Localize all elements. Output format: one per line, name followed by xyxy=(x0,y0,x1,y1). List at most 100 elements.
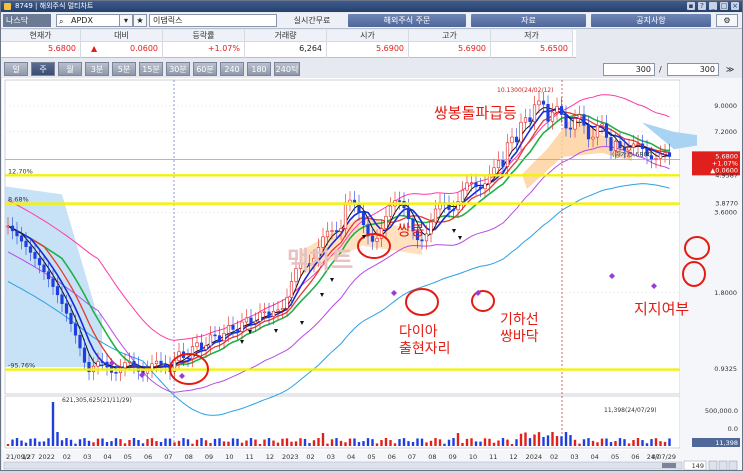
time-tick: 04 xyxy=(103,453,111,461)
search-icon[interactable]: ⌕ xyxy=(59,16,63,27)
timeframe-button[interactable]: 주 xyxy=(31,62,55,76)
volume-bar xyxy=(110,441,113,446)
candle-body xyxy=(537,100,541,106)
volume-bar xyxy=(177,440,181,446)
data-button[interactable]: 자료 xyxy=(471,14,586,27)
reset-icon[interactable] xyxy=(728,460,738,471)
close-icon[interactable]: × xyxy=(731,2,739,10)
volume-bar xyxy=(443,443,446,446)
minimize-icon[interactable]: _ xyxy=(709,2,717,10)
maximize-icon[interactable]: □ xyxy=(720,2,728,10)
timeframe-button[interactable]: 5분 xyxy=(112,62,136,76)
time-tick: 02 xyxy=(306,453,314,461)
settings-icon[interactable]: ⚙ xyxy=(716,14,738,27)
volume-bar xyxy=(209,442,212,446)
timeframe-button[interactable]: 월 xyxy=(58,62,82,76)
candle-body xyxy=(631,143,636,148)
level-b-label: 3.8770 xyxy=(715,200,738,208)
timeframe-button[interactable]: 60분 xyxy=(193,62,217,76)
candle-body xyxy=(510,136,514,144)
count-start-input[interactable]: 300 xyxy=(603,63,655,76)
count-end-input[interactable]: 300 xyxy=(667,63,719,76)
count-separator: / xyxy=(659,65,662,74)
quote-header: 시가 xyxy=(327,30,408,42)
volume-bar xyxy=(119,439,122,446)
volume-bar xyxy=(146,439,149,446)
symbol-value: APDX xyxy=(71,16,93,25)
price-tick: 1.8000 xyxy=(714,289,737,297)
zoom-out-icon[interactable] xyxy=(708,460,718,471)
volume-bar xyxy=(164,438,167,446)
timeframe-button[interactable]: 180틱 xyxy=(247,62,271,88)
candle-body xyxy=(663,152,667,155)
overseas-order-button[interactable]: 해외주식 주문 xyxy=(348,14,466,27)
timeframe-button[interactable]: 15분 xyxy=(139,62,163,76)
volume-bar xyxy=(213,438,217,446)
scroll-thumb[interactable] xyxy=(662,463,676,468)
time-tick: 24/07/29 xyxy=(647,453,676,461)
volume-bar xyxy=(371,439,374,446)
favorite-star-icon[interactable]: ★ xyxy=(133,14,147,27)
volume-bar xyxy=(168,438,172,446)
volume-bar xyxy=(231,438,235,446)
candle-body xyxy=(154,360,159,365)
time-tick: 21/09/27 xyxy=(6,453,35,461)
volume-bar xyxy=(380,439,383,446)
candle-body xyxy=(204,345,208,350)
notice-button[interactable]: 공지사항 xyxy=(591,14,711,27)
volume-bar xyxy=(641,440,644,446)
expand-icon[interactable]: ≫ xyxy=(723,63,737,76)
candle-body xyxy=(127,361,132,363)
volume-bar xyxy=(429,440,433,446)
timeframe-button[interactable]: 일 xyxy=(4,62,28,76)
candle-body xyxy=(424,233,429,242)
volume-bar xyxy=(668,438,671,446)
time-tick: 07 xyxy=(164,453,172,461)
volume-bar xyxy=(654,438,658,446)
candle-body xyxy=(613,141,618,151)
watermark: 맥차트 xyxy=(287,246,353,274)
chart-area[interactable]: 12.70% 8.68% -95.76% 10.1300(24/02/12) (종가)5… xyxy=(2,78,742,471)
closing-note: (종가)5.6800 xyxy=(612,149,652,158)
market-select[interactable]: 나스닥 xyxy=(3,14,51,27)
time-tick: 05 xyxy=(367,453,375,461)
quote-value: 5.6800 xyxy=(1,42,80,56)
high-note: 10.1300(24/02/12) xyxy=(497,87,553,94)
candle-body xyxy=(640,143,645,149)
page-value: 149 xyxy=(692,462,704,470)
candle-body xyxy=(258,311,262,322)
candle-body xyxy=(609,137,613,151)
volume-bar xyxy=(123,443,127,446)
timeframe-button[interactable]: 240분 xyxy=(220,62,244,88)
volume-bar xyxy=(60,440,64,446)
chevron-down-icon[interactable]: ▾ xyxy=(119,14,133,27)
volume-bar xyxy=(330,439,334,446)
zoom-in-icon[interactable] xyxy=(718,460,728,471)
volume-bar xyxy=(632,439,635,446)
volume-bar xyxy=(38,441,41,446)
timeframe-button[interactable]: 240틱 xyxy=(274,62,300,76)
candle-body xyxy=(559,106,564,115)
time-tick: 07 xyxy=(408,453,416,461)
volume-bar xyxy=(92,442,95,446)
help-icon[interactable]: ? xyxy=(698,2,706,10)
volume-bar xyxy=(510,443,514,446)
candle-body xyxy=(231,325,235,330)
candle-body xyxy=(492,167,496,175)
volume-bar xyxy=(101,438,104,446)
candle-body xyxy=(123,362,127,369)
price-chart[interactable]: 12.70% 8.68% -95.76% 10.1300(24/02/12) (종가)5… xyxy=(2,78,742,471)
pin-icon[interactable]: ▪ xyxy=(687,2,695,10)
timeframe-button[interactable]: 3분 xyxy=(85,62,109,76)
volume-bar xyxy=(11,439,14,446)
stock-name: 이댑릭스 xyxy=(149,14,277,27)
volume-bar xyxy=(636,438,640,446)
candle-body xyxy=(51,278,55,287)
volume-bar xyxy=(24,442,28,446)
volume-bar xyxy=(51,402,55,446)
volume-bar xyxy=(308,443,311,446)
candle-body xyxy=(208,334,213,347)
time-scrollbar[interactable] xyxy=(3,461,683,470)
candle-body xyxy=(55,286,60,296)
timeframe-button[interactable]: 30분 xyxy=(166,62,190,76)
